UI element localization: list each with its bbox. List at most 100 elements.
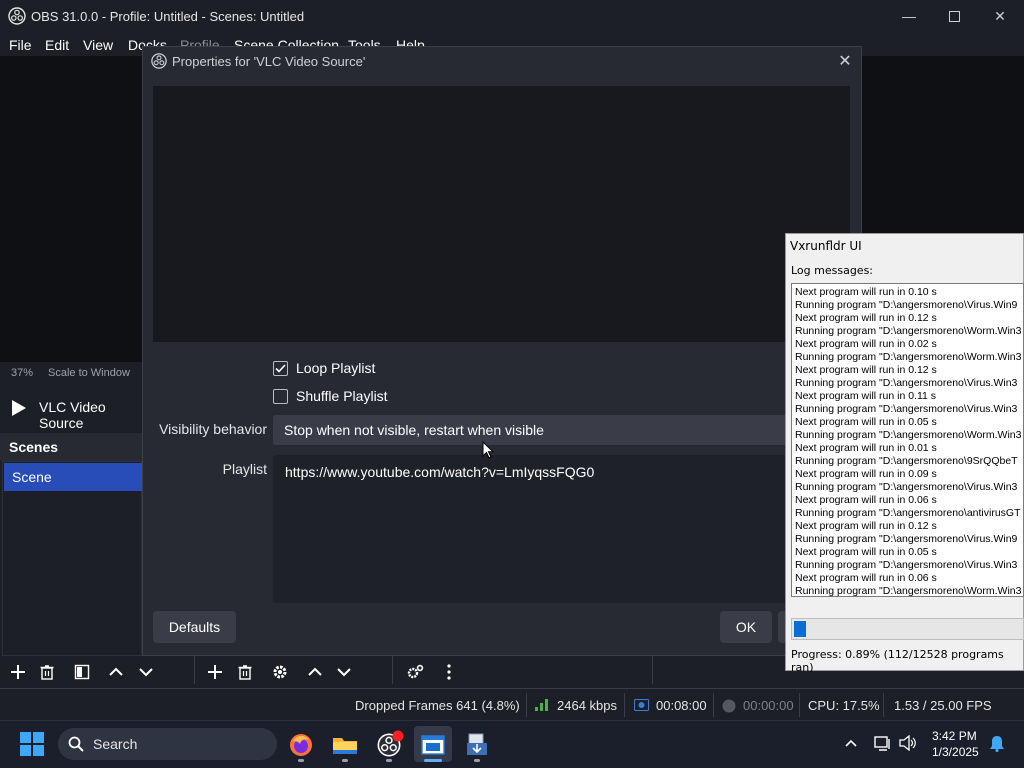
close-icon[interactable]: ✕ [835,51,855,71]
log-line: Next program will run in 0.01 s [795,442,937,454]
move-scene-down-icon[interactable] [134,660,158,684]
toolbar-divider [392,656,393,684]
close-window-button[interactable]: ✕ [985,6,1015,26]
loop-playlist-checkbox[interactable]: Loop Playlist [273,358,375,378]
obs-logo-icon [8,7,26,25]
cpu-status: CPU: 17.5% [808,698,880,713]
progress-bar-fill [794,621,806,637]
taskbar-search-box[interactable]: Search [58,728,277,760]
installer-icon[interactable] [459,728,495,762]
recording-time-status: 00:00:00 [743,698,794,713]
volume-icon[interactable] [899,735,917,751]
log-line: Running program "D:\angersmoreno\Worm.Wi… [795,429,1022,441]
log-line: Running program "D:\angersmoreno\Worm.Wi… [795,325,1022,337]
play-icon[interactable] [11,400,26,416]
add-scene-icon[interactable] [6,660,30,684]
status-divider [799,693,800,717]
toolbar-divider [194,656,195,684]
status-divider [713,693,714,717]
log-line: Running program "D:\angersmoreno\Virus.W… [795,377,1018,389]
source-properties-gear-icon[interactable] [268,660,292,684]
dropped-frames-status: Dropped Frames 641 (4.8%) [355,698,520,713]
log-line: Next program will run in 0.05 s [795,416,937,428]
log-messages-list[interactable]: Next program will run in 0.10 s Running p… [791,283,1024,597]
fps-status: 1.53 / 25.00 FPS [894,698,992,713]
log-line: Next program will run in 0.12 s [795,312,937,324]
move-source-up-icon[interactable] [303,660,327,684]
firefox-icon[interactable] [283,728,319,762]
checkbox-checked-icon[interactable] [273,360,288,376]
clock-time[interactable]: 3:42 PM [932,729,977,743]
obs-logo-icon [151,53,167,69]
network-icon[interactable] [874,735,892,751]
move-scene-up-icon[interactable] [104,660,128,684]
show-hidden-icons-chevron-up-icon[interactable] [845,738,857,748]
source-name: VLC Video Source [39,399,106,431]
log-line: Next program will run in 0.12 s [795,364,937,376]
scale-mode[interactable]: Scale to Window [48,367,130,379]
menu-view[interactable]: View [83,37,113,53]
log-line: Running program "D:\angersmoreno\9SrQQbe… [795,455,1018,467]
menu-file[interactable]: File [9,37,32,53]
dialog-title: Properties for 'VLC Video Source' [172,54,366,69]
ok-button[interactable]: OK [720,611,772,643]
app-running-indicator [474,759,480,762]
progress-bar [791,618,1024,640]
scenes-dock-header: Scenes [0,433,142,461]
log-line: Next program will run in 0.11 s [795,390,937,402]
status-divider [883,693,884,717]
log-line: Next program will run in 0.05 s [795,546,937,558]
clock-date[interactable]: 1/3/2025 [932,745,979,759]
maximize-button[interactable] [939,6,969,26]
notification-dot-icon [392,730,404,742]
app-running-indicator [342,759,348,762]
stream-time-status: 00:08:00 [656,698,707,713]
vxrunfldr-icon[interactable] [415,728,451,762]
checkbox-unchecked-icon[interactable] [273,388,288,404]
file-explorer-icon[interactable] [327,728,363,762]
shuffle-playlist-checkbox[interactable]: Shuffle Playlist [273,386,388,406]
notifications-bell-icon[interactable] [989,735,1005,752]
defaults-button[interactable]: Defaults [153,611,236,643]
log-line: Running program "D:\angersmoreno\Worm.Wi… [795,585,1022,597]
log-line: Running program "D:\angersmoreno\Virus.W… [795,403,1018,415]
windows-start-icon[interactable] [20,732,44,756]
visibility-behavior-select[interactable]: Stop when not visible, restart when visi… [273,415,790,445]
search-icon [68,736,84,752]
progress-text: Progress: 0.89% (112/12528 programs ran) [791,648,1004,674]
log-line: Next program will run in 0.02 s [795,338,937,350]
mixer-settings-gear-icon[interactable] [403,660,427,684]
search-label: Search [93,736,138,752]
playlist-label: Playlist [222,461,267,477]
scene-list-item[interactable]: Scene [4,463,142,491]
move-source-down-icon[interactable] [332,660,356,684]
playlist-item[interactable]: https://www.youtube.com/watch?v=LmIyqssF… [285,464,594,480]
playlist-list[interactable]: https://www.youtube.com/watch?v=LmIyqssF… [273,455,790,603]
minimize-button[interactable]: — [894,6,924,26]
visibility-behavior-label: Visibility behavior [159,421,267,437]
zoom-strip: 37% Scale to Window [0,362,142,384]
remove-scene-icon[interactable] [35,660,59,684]
log-line: Next program will run in 0.06 s [795,494,937,506]
log-line: Running program "D:\angersmoreno\Virus.W… [795,533,1018,545]
source-preview [153,86,850,342]
log-line: Running program "D:\angersmoreno\Worm.Wi… [795,351,1022,363]
mouse-cursor-icon [482,441,494,459]
bitrate-status: 2464 kbps [557,698,617,713]
log-line: Running program "D:\angersmoreno\Virus.W… [795,481,1018,493]
more-options-icon[interactable] [437,660,461,684]
zoom-level[interactable]: 37% [11,367,33,379]
menu-edit[interactable]: Edit [45,37,69,53]
scene-filters-icon[interactable] [70,660,94,684]
add-source-icon[interactable] [203,660,227,684]
log-line: Running program "D:\angersmoreno\antivir… [795,507,1021,519]
status-divider [526,693,527,717]
status-divider [624,693,625,717]
toolbar-divider [652,656,653,684]
shuffle-playlist-label: Shuffle Playlist [296,388,388,404]
app-running-indicator [298,759,304,762]
app-running-indicator [386,759,392,762]
visibility-behavior-value: Stop when not visible, restart when visi… [284,422,544,438]
remove-source-icon[interactable] [233,660,257,684]
log-messages-label: Log messages: [791,264,874,277]
